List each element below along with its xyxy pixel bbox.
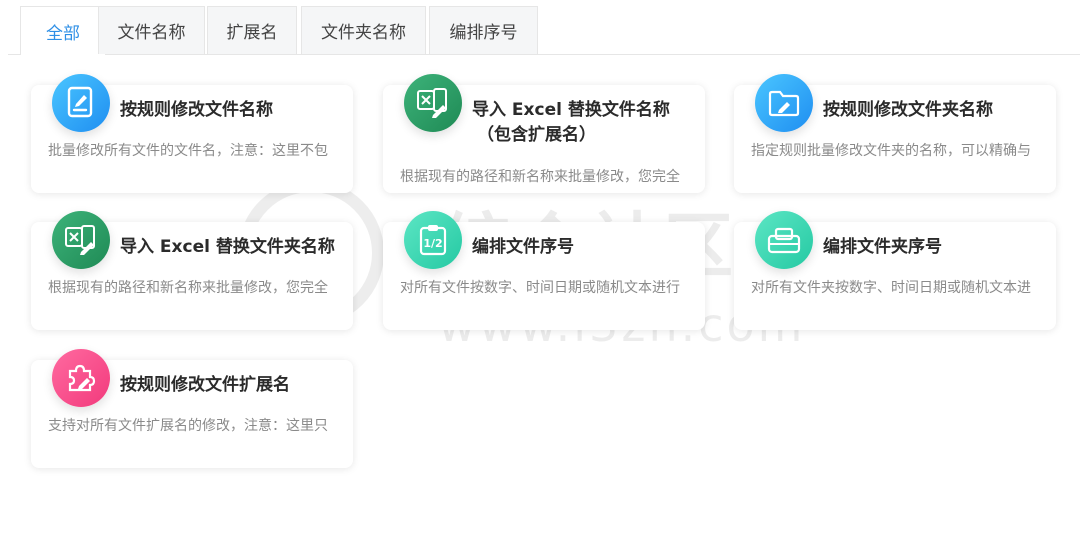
clipboard-number-icon: 1/2 <box>404 211 462 269</box>
excel-edit-icon <box>404 74 462 132</box>
card-title: 编排文件夹序号 <box>823 237 942 257</box>
card-description: 对所有文件夹按数字、时间日期或随机文本进 <box>751 280 1031 296</box>
card-title: 按规则修改文件名称 <box>120 100 273 120</box>
folder-number-icon <box>755 211 813 269</box>
card-title: 编排文件序号 <box>472 237 574 257</box>
puzzle-edit-icon <box>52 349 110 407</box>
card-description: 根据现有的路径和新名称来批量修改，您完全 <box>400 169 680 185</box>
card-title: 按规则修改文件夹名称 <box>823 100 993 120</box>
card-title: 导入 Excel 替换文件夹名称 <box>120 237 335 257</box>
card-description: 支持对所有文件扩展名的修改，注意：这里只 <box>48 418 328 434</box>
excel-edit-icon <box>52 211 110 269</box>
svg-text:1/2: 1/2 <box>423 237 442 250</box>
tab-folder-name[interactable]: 文件夹名称 <box>301 6 426 54</box>
tab-numbering[interactable]: 编排序号 <box>429 6 538 54</box>
tab-all[interactable]: 全部 <box>20 6 106 55</box>
card-title: 导入 Excel 替换文件名称 <box>472 100 670 120</box>
card-title: 按规则修改文件扩展名 <box>120 375 290 395</box>
tab-file-name[interactable]: 文件名称 <box>98 6 205 54</box>
card-description: 根据现有的路径和新名称来批量修改，您完全 <box>48 280 328 296</box>
card-description: 指定规则批量修改文件夹的名称，可以精确与 <box>751 143 1031 159</box>
category-tabs: 全部 文件名称 扩展名 文件夹名称 编排序号 <box>8 6 1080 55</box>
tab-extension[interactable]: 扩展名 <box>207 6 297 54</box>
card-description: 批量修改所有文件的文件名，注意：这里不包 <box>48 143 328 159</box>
folder-edit-icon <box>755 74 813 132</box>
card-description: 对所有文件按数字、时间日期或随机文本进行 <box>400 280 680 296</box>
card-subtitle: （包含扩展名） <box>477 125 596 145</box>
file-edit-icon <box>52 74 110 132</box>
